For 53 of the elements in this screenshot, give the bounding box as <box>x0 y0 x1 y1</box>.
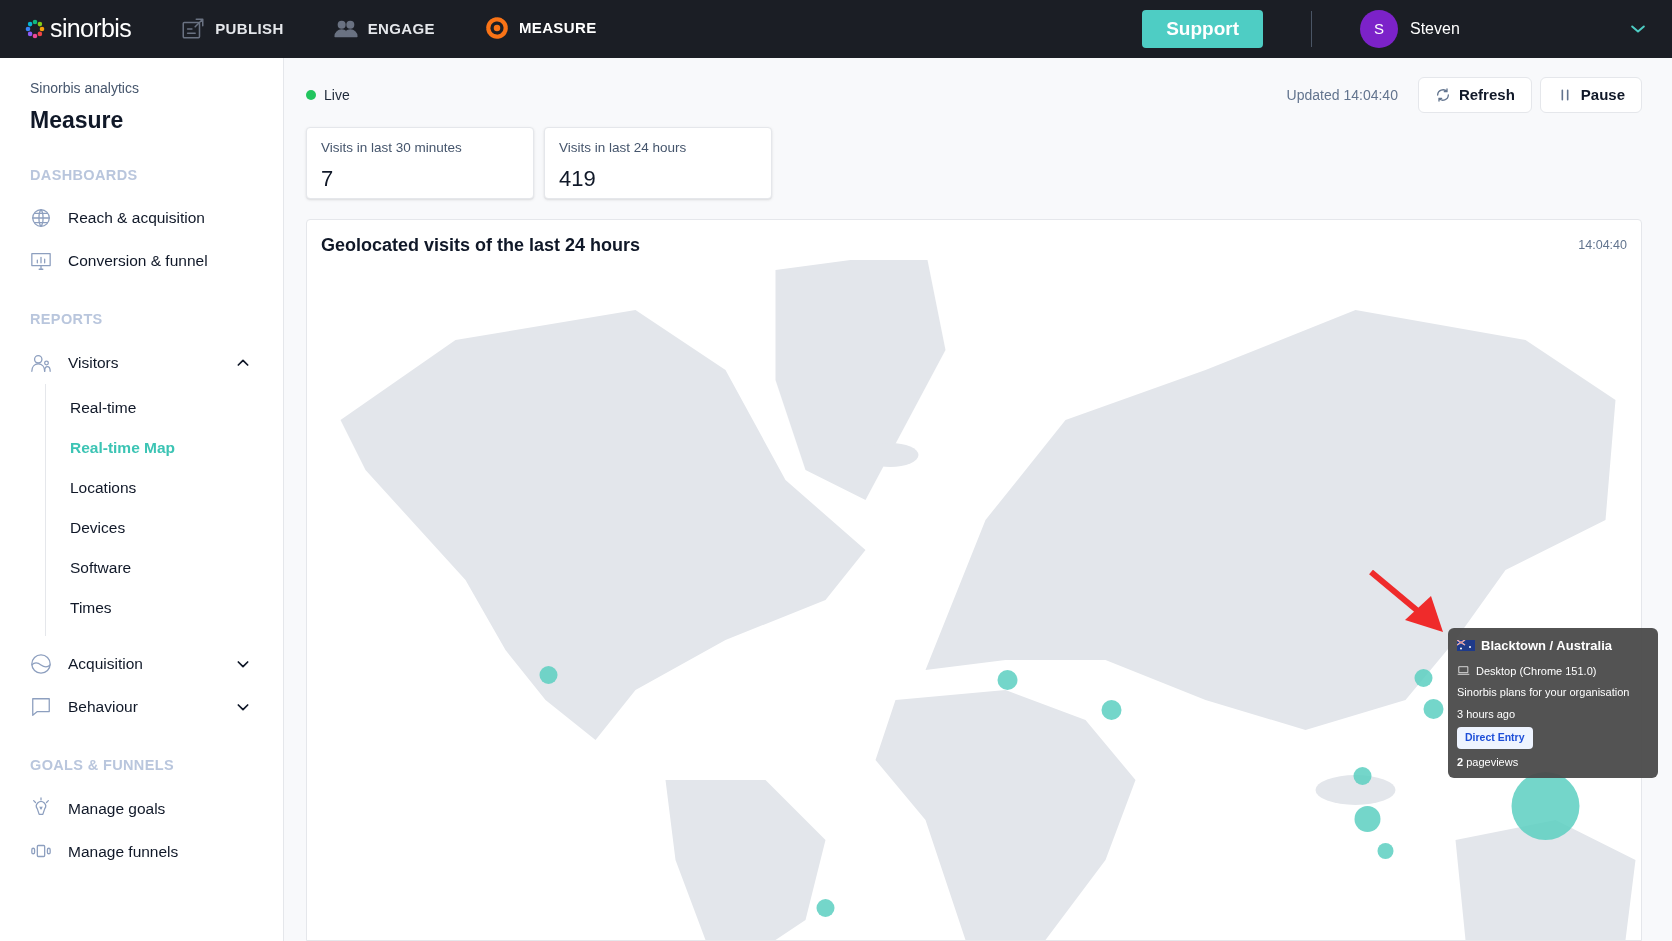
sidebar-label: Conversion & funnel <box>68 251 209 272</box>
submenu-item[interactable]: Real-time <box>70 388 255 428</box>
sidebar-label: Acquisition <box>68 653 144 674</box>
source-tag: Direct Entry <box>1457 727 1533 749</box>
sidebar-item[interactable]: Manage funnels <box>30 829 255 873</box>
circle-wave-icon <box>30 652 52 675</box>
tooltip-device: Desktop (Chrome 151.0) <box>1476 663 1597 679</box>
submenu-item[interactable]: Times <box>70 588 255 628</box>
logo-icon <box>24 18 46 40</box>
laptop-icon <box>1457 664 1470 678</box>
refresh-icon <box>1434 87 1451 103</box>
nav-tab[interactable]: PUBLISH <box>179 16 284 42</box>
nav-tab[interactable]: ENGAGE <box>331 16 435 42</box>
stat-label: Visits in last 30 minutes <box>321 139 463 157</box>
stat-label: Visits in last 24 hours <box>559 139 688 157</box>
tooltip-title: Blacktown / Australia <box>1481 637 1612 655</box>
section-heading: GOALS & FUNNELS <box>30 756 175 775</box>
toolbar-button[interactable]: Refresh <box>1417 77 1532 113</box>
avatar[interactable]: S <box>1360 10 1398 48</box>
live-label: Live <box>324 85 350 105</box>
sidebar-label: Manage goals <box>68 798 167 819</box>
sidebar-item[interactable]: Manage goals <box>30 786 255 830</box>
sidebar-item[interactable]: Acquisition <box>30 642 255 685</box>
sidebar-label: Behaviour <box>68 696 139 717</box>
section-heading: DASHBOARDS <box>30 165 139 185</box>
page-title: Measure <box>30 106 125 135</box>
card-time: 14:04:40 <box>1578 237 1627 255</box>
submenu-item[interactable]: Locations <box>70 468 255 508</box>
tooltip-page: Sinorbis plans for your organisation <box>1457 685 1631 700</box>
nav-tab[interactable]: MEASURE <box>482 15 597 43</box>
sidebar-label: Reach & acquisition <box>68 208 206 229</box>
user-name: Steven <box>1410 19 1461 39</box>
sidebar-label: Manage funnels <box>68 841 180 862</box>
stat-value: 7 <box>321 165 335 194</box>
sidebar-item[interactable]: Reach & acquisition <box>30 196 255 240</box>
toolbar-button[interactable]: Pause <box>1539 77 1642 113</box>
flag-icon <box>1457 640 1475 652</box>
speech-bubble-icon <box>30 695 52 718</box>
sidebar-item[interactable]: Behaviour <box>30 685 255 728</box>
sidebar-item[interactable]: Visitors <box>30 341 255 384</box>
submenu-item[interactable]: Devices <box>70 508 255 548</box>
tooltip-time: 3 hours ago <box>1457 706 1517 722</box>
sidebar-label: Visitors <box>68 352 120 373</box>
sidebar-item[interactable]: Conversion & funnel <box>30 239 255 283</box>
section-heading: REPORTS <box>30 310 104 330</box>
app-subtitle: Sinorbis analytics <box>30 79 140 98</box>
logo-text: sinorbis <box>50 13 132 45</box>
tooltip-pageviews: 2 pageviews <box>1457 754 1520 770</box>
submenu-item[interactable]: Software <box>70 548 255 588</box>
globe-icon <box>30 206 52 229</box>
updated-time: Updated 14:04:40 <box>1286 85 1398 105</box>
stat-value: 419 <box>559 165 597 194</box>
card-title: Geolocated visits of the last 24 hours <box>321 234 641 257</box>
